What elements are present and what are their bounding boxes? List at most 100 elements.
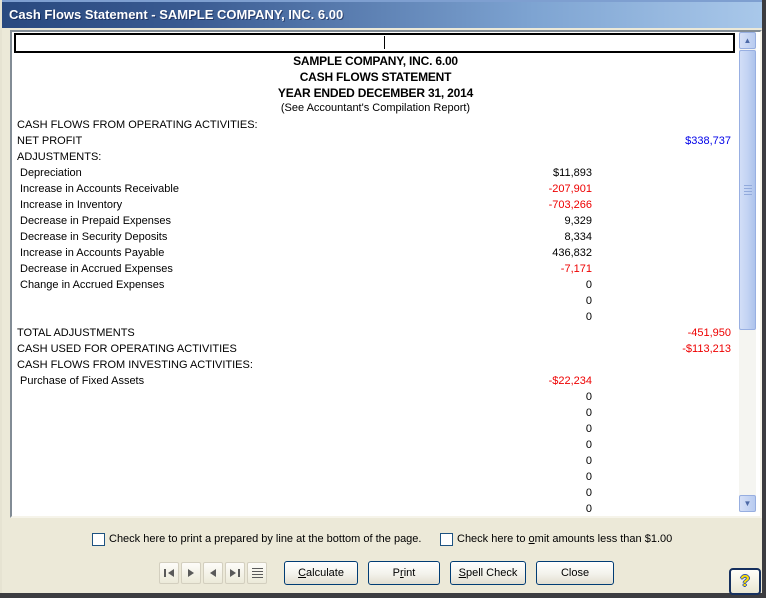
row-total-value: [592, 181, 739, 197]
row-label: CASH USED FOR OPERATING ACTIVITIES: [12, 341, 462, 357]
statement-row: Decrease in Accrued Expenses -7,171: [12, 261, 739, 277]
scroll-down-button[interactable]: ▼: [739, 495, 756, 512]
window-titlebar: Cash Flows Statement - SAMPLE COMPANY, I…: [2, 0, 762, 28]
row-label: ADJUSTMENTS:: [12, 149, 462, 165]
next-record-icon: [188, 569, 194, 577]
row-detail-value: 0: [462, 469, 592, 485]
row-detail-value: [462, 341, 592, 357]
row-total-value: -$113,213: [592, 341, 739, 357]
row-detail-value: -207,901: [462, 181, 592, 197]
row-total-value: $338,737: [592, 133, 739, 149]
row-label: [12, 501, 462, 512]
statement-row: CASH FLOWS FROM OPERATING ACTIVITIES:: [12, 117, 739, 133]
report-area: SAMPLE COMPANY, INC. 6.00 CASH FLOWS STA…: [12, 32, 739, 512]
statement-period: YEAR ENDED DECEMBER 31, 2014: [12, 85, 739, 101]
checkbox-label: Check here to print a prepared by line a…: [109, 533, 421, 545]
row-total-value: [592, 277, 739, 293]
checkbox[interactable]: ✔: [92, 533, 105, 546]
print-button[interactable]: Print: [368, 561, 440, 585]
row-detail-value: -703,266: [462, 197, 592, 213]
row-detail-value: 8,334: [462, 229, 592, 245]
row-total-value: -451,950: [592, 325, 739, 341]
statement-row: TOTAL ADJUSTMENTS -451,950: [12, 325, 739, 341]
row-total-value: [592, 117, 739, 133]
scroll-up-button[interactable]: ▲: [739, 32, 756, 49]
window-border-bottom: [0, 593, 766, 598]
row-total-value: [592, 229, 739, 245]
statement-row: 0: [12, 469, 739, 485]
statement-header: SAMPLE COMPANY, INC. 6.00 CASH FLOWS STA…: [12, 53, 739, 117]
checkbox-label: Check here to omit amounts less than $1.…: [457, 533, 672, 545]
report-heading-input[interactable]: [14, 33, 735, 53]
nav-last-record-button[interactable]: [225, 562, 245, 584]
report-panel: SAMPLE COMPANY, INC. 6.00 CASH FLOWS STA…: [10, 30, 762, 518]
window-border-right: [762, 0, 766, 598]
row-total-value: [592, 485, 739, 501]
scrollbar-thumb[interactable]: [739, 50, 756, 330]
statement-row: ADJUSTMENTS:: [12, 149, 739, 165]
row-total-value: [592, 149, 739, 165]
row-total-value: [592, 469, 739, 485]
row-detail-value: [462, 149, 592, 165]
statement-row: 0: [12, 501, 739, 512]
statement-row: Decrease in Security Deposits 8,334: [12, 229, 739, 245]
row-total-value: [592, 213, 739, 229]
row-detail-value: 0: [462, 405, 592, 421]
print-prepared-by-line-checkbox[interactable]: ✔ Check here to print a prepared by line…: [92, 532, 421, 546]
row-total-value: [592, 309, 739, 325]
row-detail-value: 0: [462, 501, 592, 512]
omit-small-amounts-checkbox[interactable]: ✔ Check here to omit amounts less than $…: [440, 532, 672, 546]
statement-row: Increase in Accounts Payable 436,832: [12, 245, 739, 261]
help-question-mark-icon: ?: [740, 573, 750, 590]
help-button[interactable]: ?: [729, 568, 761, 595]
statement-row: CASH FLOWS FROM INVESTING ACTIVITIES:: [12, 357, 739, 373]
row-detail-value: 0: [462, 293, 592, 309]
row-label: Increase in Accounts Payable: [12, 245, 462, 261]
row-label: TOTAL ADJUSTMENTS: [12, 325, 462, 341]
window-title: Cash Flows Statement - SAMPLE COMPANY, I…: [9, 7, 343, 22]
record-list-icon: [252, 568, 263, 579]
statement-row: CASH USED FOR OPERATING ACTIVITIES -$113…: [12, 341, 739, 357]
scrollbar-grip-icon: [744, 185, 752, 195]
statement-row: NET PROFIT $338,737: [12, 133, 739, 149]
row-detail-value: 0: [462, 389, 592, 405]
nav-previous-record-button[interactable]: [203, 562, 223, 584]
row-total-value: [592, 165, 739, 181]
row-label: [12, 293, 462, 309]
statement-row: 0: [12, 453, 739, 469]
first-record-icon: [164, 569, 166, 577]
close-button[interactable]: Close: [536, 561, 614, 585]
nav-first-record-button[interactable]: [159, 562, 179, 584]
row-total-value: [592, 261, 739, 277]
row-total-value: [592, 421, 739, 437]
checkbox[interactable]: ✔: [440, 533, 453, 546]
row-detail-value: $11,893: [462, 165, 592, 181]
row-total-value: [592, 501, 739, 512]
row-detail-value: [462, 325, 592, 341]
row-label: Depreciation: [12, 165, 462, 181]
row-label: [12, 421, 462, 437]
vertical-scrollbar[interactable]: ▲ ▼: [739, 32, 756, 512]
row-total-value: [592, 357, 739, 373]
row-label: [12, 437, 462, 453]
row-label: [12, 405, 462, 421]
row-label: [12, 485, 462, 501]
row-total-value: [592, 437, 739, 453]
row-label: Increase in Accounts Receivable: [12, 181, 462, 197]
row-label: Change in Accrued Expenses: [12, 277, 462, 293]
spell-check-button[interactable]: Spell Check: [450, 561, 526, 585]
statement-row: 0: [12, 437, 739, 453]
calculate-button[interactable]: Calculate: [284, 561, 358, 585]
row-label: NET PROFIT: [12, 133, 462, 149]
previous-record-icon: [210, 569, 216, 577]
statement-row: Increase in Inventory -703,266: [12, 197, 739, 213]
row-detail-value: 0: [462, 421, 592, 437]
row-detail-value: [462, 357, 592, 373]
statement-row: 0: [12, 389, 739, 405]
row-label: CASH FLOWS FROM INVESTING ACTIVITIES:: [12, 357, 462, 373]
last-record-icon: [238, 569, 240, 577]
nav-record-list-button[interactable]: [247, 562, 267, 584]
row-total-value: [592, 197, 739, 213]
nav-next-record-button[interactable]: [181, 562, 201, 584]
row-total-value: [592, 405, 739, 421]
